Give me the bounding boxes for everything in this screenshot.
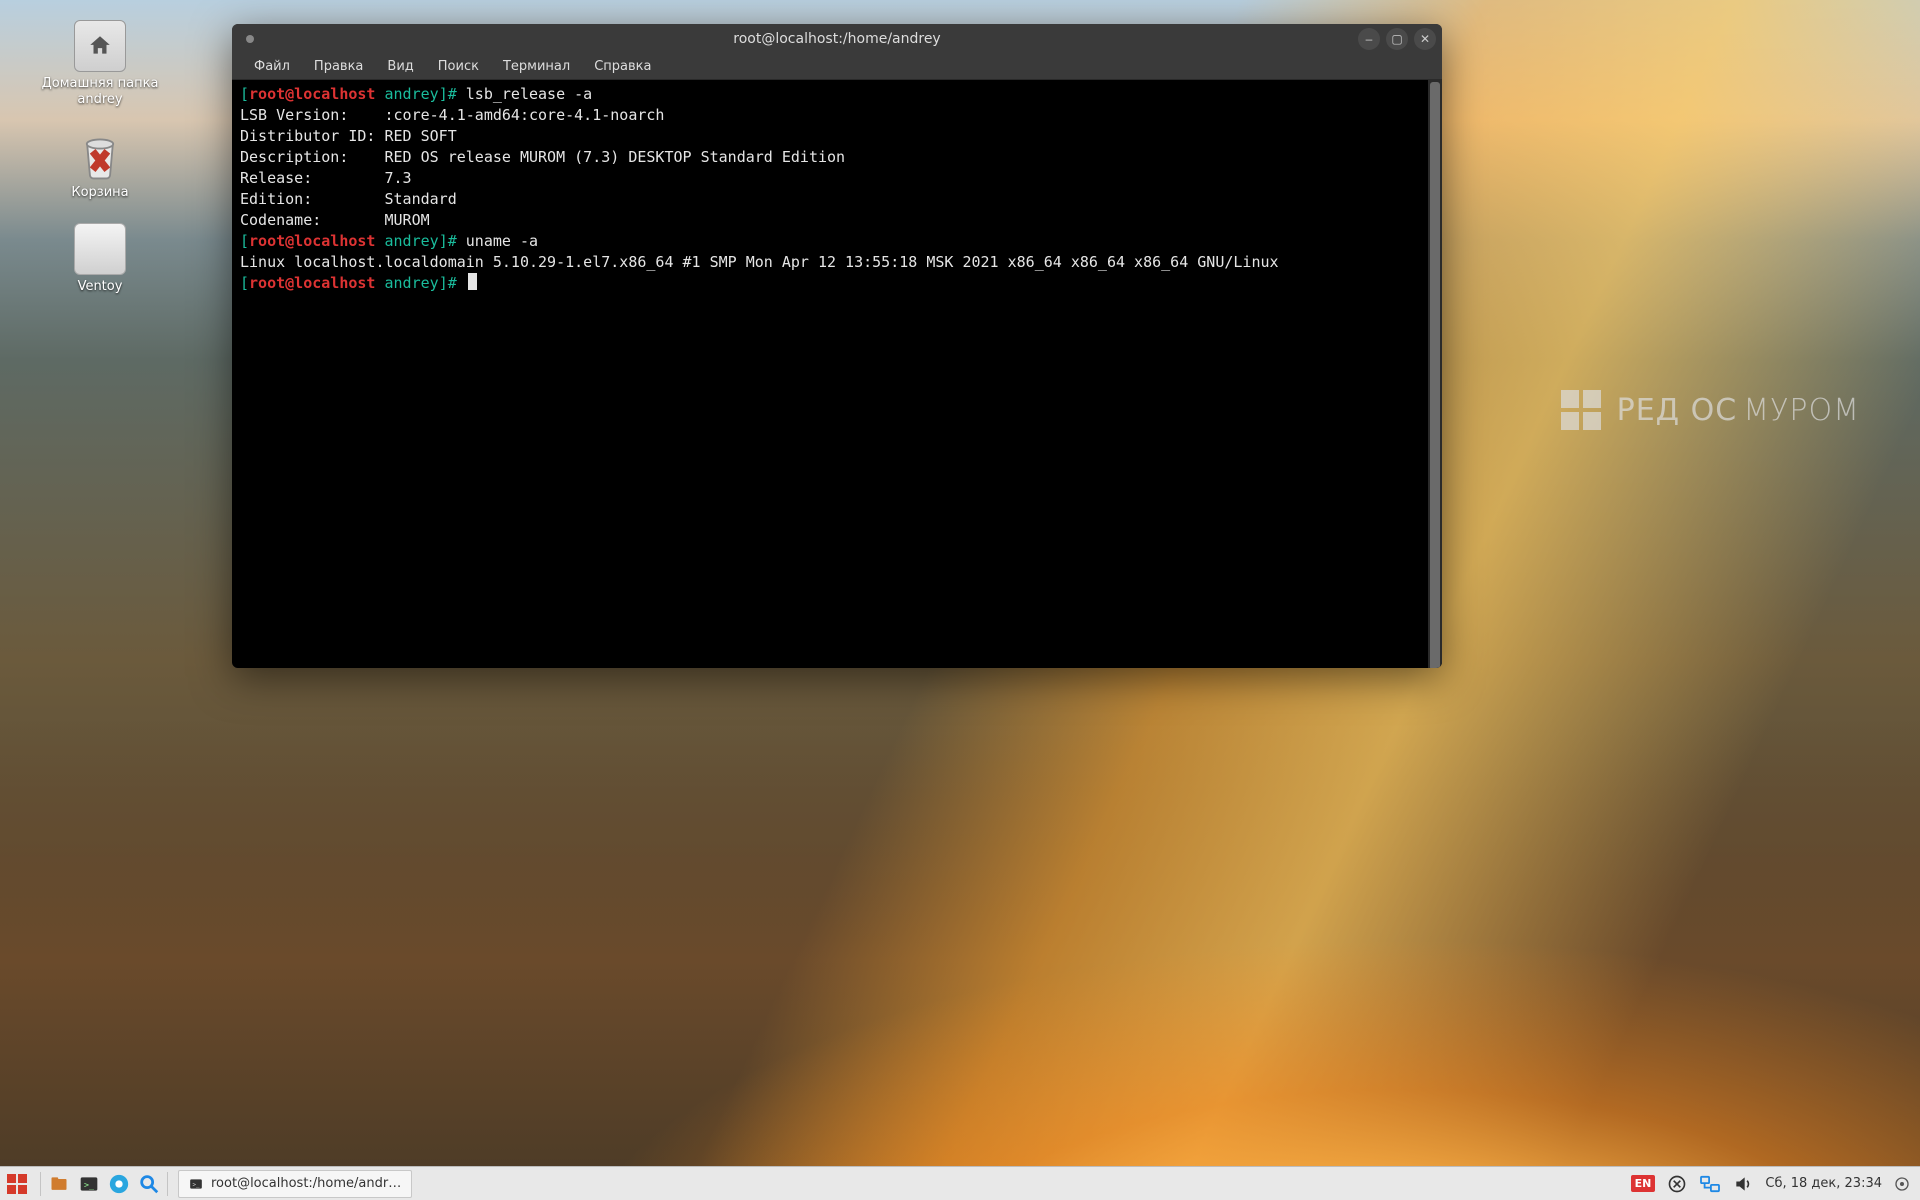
terminal-output-line: Edition: Standard — [240, 190, 457, 208]
terminal-output-line: Description: RED OS release MUROM (7.3) … — [240, 148, 845, 166]
prompt-user-host: root@localhost — [249, 232, 375, 250]
prompt-user-host: root@localhost — [249, 274, 375, 292]
terminal-scrollbar[interactable] — [1428, 80, 1442, 668]
quicklaunch-files[interactable] — [45, 1170, 73, 1198]
prompt-bracket: [ — [240, 85, 249, 103]
quicklaunch-browser[interactable] — [105, 1170, 133, 1198]
os-watermark-text: РЕД ОСМУРОМ — [1617, 393, 1860, 428]
prompt-bracket: [ — [240, 232, 249, 250]
terminal-output-line: Linux localhost.localdomain 5.10.29-1.el… — [240, 253, 1279, 271]
terminal-output-line: Release: 7.3 — [240, 169, 412, 187]
os-watermark: РЕД ОСМУРОМ — [1561, 390, 1860, 430]
terminal-content[interactable]: [root@localhost andrey]# lsb_release -a … — [232, 80, 1442, 668]
taskbar-separator — [40, 1172, 41, 1196]
tray-notifications-icon[interactable] — [1894, 1176, 1910, 1192]
prompt-bracket: ]# — [439, 85, 466, 103]
terminal-command: uname -a — [466, 232, 538, 250]
svg-text:>_: >_ — [193, 1182, 201, 1188]
desktop-icon-home-folder[interactable]: Домашняя папка andrey — [40, 20, 160, 107]
start-menu-button[interactable] — [2, 1169, 32, 1199]
menu-view[interactable]: Вид — [375, 56, 425, 77]
terminal-output-line: LSB Version: :core-4.1-amd64:core-4.1-no… — [240, 106, 664, 124]
tray-volume-icon[interactable] — [1733, 1174, 1753, 1194]
tray-network-icon[interactable] — [1699, 1175, 1721, 1193]
terminal-output-line: Codename: MUROM — [240, 211, 430, 229]
menu-file[interactable]: Файл — [242, 56, 302, 77]
window-close-button[interactable]: ✕ — [1414, 28, 1436, 50]
terminal-output-line: Distributor ID: RED SOFT — [240, 127, 457, 145]
desktop-icon-label: Домашняя папка andrey — [40, 76, 160, 107]
home-folder-icon — [74, 20, 126, 72]
desktop-icon-trash[interactable]: Корзина — [40, 129, 160, 201]
terminal-window: root@localhost:/home/andrey – ▢ ✕ Файл П… — [232, 24, 1442, 668]
window-titlebar[interactable]: root@localhost:/home/andrey – ▢ ✕ — [232, 24, 1442, 54]
prompt-path: andrey — [375, 85, 438, 103]
window-minimize-button[interactable]: – — [1358, 28, 1380, 50]
svg-text:>_: >_ — [84, 1179, 95, 1189]
system-tray: EN Сб, 18 дек, 23:34 — [1631, 1174, 1920, 1194]
desktop-icons: Домашняя папка andrey Корзина Ventoy — [40, 20, 160, 316]
menu-terminal[interactable]: Терминал — [491, 56, 582, 77]
menu-edit[interactable]: Правка — [302, 56, 375, 77]
terminal-icon: >_ — [189, 1177, 203, 1191]
menu-search[interactable]: Поиск — [426, 56, 491, 77]
redos-logo-icon — [1561, 390, 1601, 430]
window-menu-icon[interactable] — [246, 35, 254, 43]
terminal-menubar: Файл Правка Вид Поиск Терминал Справка — [232, 54, 1442, 80]
keyboard-layout-indicator[interactable]: EN — [1631, 1175, 1656, 1192]
terminal-command: lsb_release -a — [466, 85, 592, 103]
trash-icon — [74, 129, 126, 181]
quicklaunch-terminal[interactable]: >_ — [75, 1170, 103, 1198]
quick-launch: >_ — [45, 1170, 163, 1198]
taskbar: >_ >_ root@localhost:/home/andr… EN Сб, … — [0, 1166, 1920, 1200]
quicklaunch-search[interactable] — [135, 1170, 163, 1198]
desktop-icon-ventoy[interactable]: Ventoy — [40, 223, 160, 295]
taskbar-separator — [167, 1172, 168, 1196]
taskbar-task-terminal[interactable]: >_ root@localhost:/home/andr… — [178, 1170, 412, 1198]
desktop-icon-label: Ventoy — [78, 279, 123, 295]
taskbar-clock[interactable]: Сб, 18 дек, 23:34 — [1765, 1176, 1882, 1191]
desktop-icon-label: Корзина — [71, 185, 128, 201]
prompt-user-host: root@localhost — [249, 85, 375, 103]
taskbar-task-label: root@localhost:/home/andr… — [211, 1176, 401, 1191]
drive-icon — [74, 223, 126, 275]
prompt-path: andrey — [375, 274, 438, 292]
terminal-cursor — [468, 273, 477, 290]
menu-help[interactable]: Справка — [582, 56, 663, 77]
prompt-bracket: ]# — [439, 274, 466, 292]
window-maximize-button[interactable]: ▢ — [1386, 28, 1408, 50]
window-title: root@localhost:/home/andrey — [232, 31, 1442, 47]
prompt-bracket: [ — [240, 274, 249, 292]
tray-updates-icon[interactable] — [1667, 1174, 1687, 1194]
prompt-path: andrey — [375, 232, 438, 250]
prompt-bracket: ]# — [439, 232, 466, 250]
